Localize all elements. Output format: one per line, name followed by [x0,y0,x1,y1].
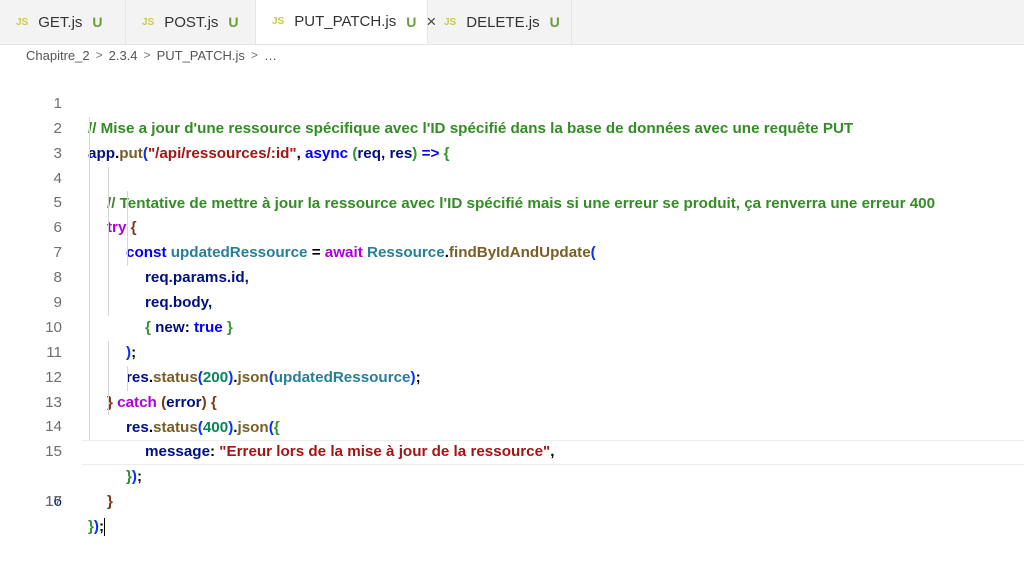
line-number: 17 [45,493,62,511]
untracked-status-badge: U [406,13,417,30]
code-line-current: 16 }); [0,440,1024,537]
code-line: 11 } catch (error) { [0,315,1024,411]
code-line: 7 req.body, [0,216,1024,311]
code-punctuation: } [107,493,113,511]
tab-get-js[interactable]: JS GET.js U [0,0,126,44]
breadcrumb: Chapitre_2 > 2.3.4 > PUT_PATCH.js > … [0,44,1024,66]
javascript-file-icon: JS [16,16,29,28]
code-line: 15 } [0,415,1024,510]
code-line: 13 message: "Erreur lors de la mise à jo… [0,365,1024,460]
text-cursor [104,518,106,537]
breadcrumb-item-file[interactable]: PUT_PATCH.js [157,48,245,63]
code-line: 5 const updatedRessource = await Ressour… [0,166,1024,261]
code-line: 4 try { [0,141,1024,236]
javascript-file-icon: JS [142,16,155,28]
breadcrumb-item-folder[interactable]: Chapitre_2 [26,48,90,63]
tab-label: PUT_PATCH.js [294,13,397,30]
tab-label: GET.js [38,13,83,31]
code-punctuation: }); [88,518,106,537]
code-line: 12 res.status(400).json({ [0,340,1024,436]
code-line: 2 app.put("/api/ressources/:id", async (… [0,92,1024,162]
breadcrumb-item-symbols[interactable]: … [264,48,277,63]
tab-label: POST.js [164,13,219,31]
untracked-status-badge: U [549,14,560,30]
tab-post-js[interactable]: JS POST.js U [126,0,256,44]
code-line: 14 }); [0,390,1024,485]
editor-tab-bar: JS GET.js U JS POST.js U JS PUT_PATCH.js… [0,0,1024,45]
untracked-status-badge: U [92,14,103,30]
code-line: 6 req.params.id, [0,191,1024,286]
chevron-right-icon: > [95,48,103,62]
tab-delete-js[interactable]: JS DELETE.js U [428,0,572,44]
code-line: 1 // Mise a jour d'une ressource spécifi… [0,67,1024,137]
chevron-right-icon: > [250,48,258,62]
untracked-status-badge: U [228,14,239,30]
code-line: 10 res.status(200).json(updatedRessource… [0,291,1024,386]
javascript-file-icon: JS [444,16,457,28]
code-line: 3 // Tentative de mettre à jour la resso… [0,116,1024,212]
breadcrumb-item-subfolder[interactable]: 2.3.4 [109,48,138,63]
code-line: 17 [0,465,1024,510]
code-editor[interactable]: 1 // Mise a jour d'une ressource spécifi… [0,67,1024,537]
code-line: 9 ); [0,266,1024,361]
tab-put-patch-js[interactable]: JS PUT_PATCH.js U × [256,0,436,44]
code-line: 8 { new: true } [0,241,1024,336]
chevron-right-icon: > [143,48,151,62]
tab-label: DELETE.js [466,13,540,31]
javascript-file-icon: JS [272,16,285,27]
